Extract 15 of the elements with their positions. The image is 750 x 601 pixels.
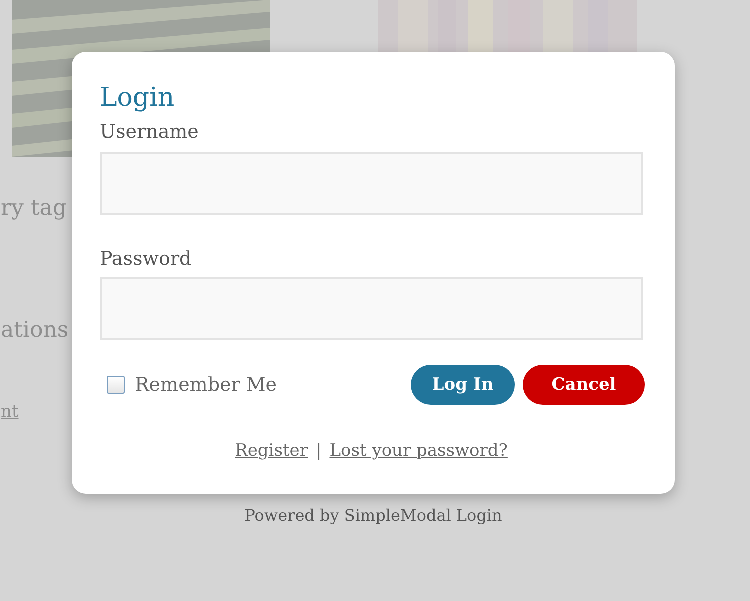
page-text: ations [1, 317, 69, 345]
login-button[interactable]: Log In [411, 365, 515, 405]
separator: | [316, 440, 322, 462]
field-label: Username [100, 120, 199, 145]
dialog-title: Login [100, 82, 175, 114]
page-text: ry tag [1, 195, 67, 223]
cancel-button[interactable]: Cancel [523, 365, 645, 405]
input-field[interactable] [100, 152, 643, 215]
checkbox-label: Remember Me [135, 374, 278, 396]
footer-text: Powered by SimpleModal Login [244, 506, 502, 525]
lost-password-link[interactable]: Lost your password? [330, 440, 508, 462]
input-field[interactable] [100, 277, 643, 340]
register-link[interactable]: Register [235, 440, 308, 462]
field-label: Password [100, 247, 192, 272]
checkbox[interactable] [107, 376, 125, 394]
